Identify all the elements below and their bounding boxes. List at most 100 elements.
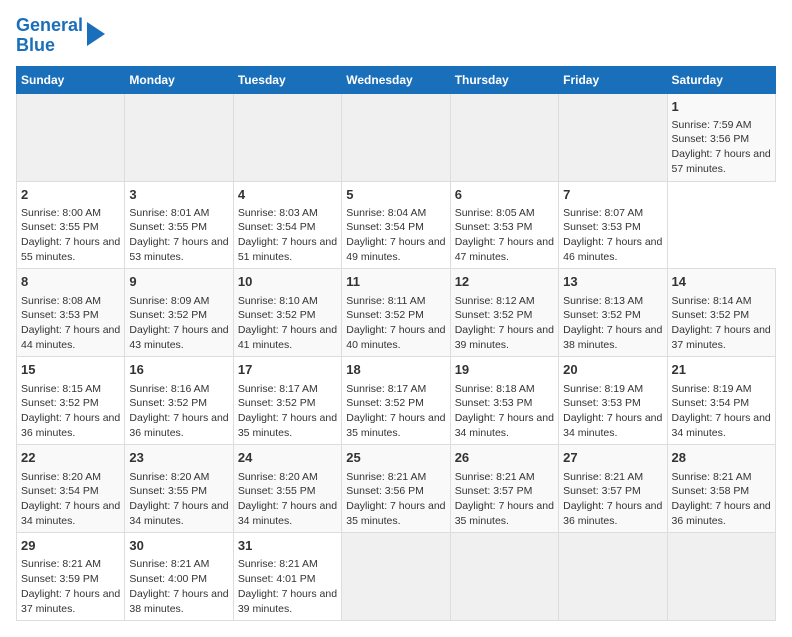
calendar-week-row: 1 Sunrise: 7:59 AMSunset: 3:56 PMDaylight… — [17, 93, 776, 181]
day-number: 26 — [455, 449, 554, 467]
col-header-sunday: Sunday — [17, 66, 125, 93]
day-number: 27 — [563, 449, 662, 467]
col-header-tuesday: Tuesday — [233, 66, 341, 93]
day-number: 28 — [672, 449, 771, 467]
calendar-cell: 28 Sunrise: 8:21 AMSunset: 3:58 PMDayligh… — [667, 445, 775, 533]
calendar-cell — [667, 533, 775, 621]
col-header-wednesday: Wednesday — [342, 66, 450, 93]
day-detail: Sunrise: 8:21 AMSunset: 3:57 PMDaylight:… — [455, 470, 554, 529]
col-header-thursday: Thursday — [450, 66, 558, 93]
calendar-cell: 17Sunrise: 8:17 AMSunset: 3:52 PMDayligh… — [233, 357, 341, 445]
day-detail: Sunrise: 8:13 AMSunset: 3:52 PMDaylight:… — [563, 294, 662, 353]
day-detail: Sunrise: 8:21 AMSunset: 4:00 PMDaylight:… — [129, 557, 228, 616]
day-detail: Sunrise: 8:08 AMSunset: 3:53 PMDaylight:… — [21, 294, 120, 353]
calendar-week-row: 29 Sunrise: 8:21 AMSunset: 3:59 PMDayligh… — [17, 533, 776, 621]
day-detail: Sunrise: 8:19 AMSunset: 3:53 PMDaylight:… — [563, 382, 662, 441]
day-detail: Sunrise: 8:10 AMSunset: 3:52 PMDaylight:… — [238, 294, 337, 353]
calendar-cell: 11Sunrise: 8:11 AMSunset: 3:52 PMDayligh… — [342, 269, 450, 357]
day-number: 6 — [455, 186, 554, 204]
day-number: 2 — [21, 186, 120, 204]
logo-text: General Blue — [16, 16, 83, 56]
calendar-cell — [17, 93, 125, 181]
day-number: 31 — [238, 537, 337, 555]
calendar-header-row: SundayMondayTuesdayWednesdayThursdayFrid… — [17, 66, 776, 93]
logo-arrow-icon — [87, 22, 105, 46]
calendar-cell — [559, 93, 667, 181]
calendar-cell — [342, 533, 450, 621]
day-number: 7 — [563, 186, 662, 204]
col-header-monday: Monday — [125, 66, 233, 93]
day-number: 4 — [238, 186, 337, 204]
calendar-cell: 3Sunrise: 8:01 AMSunset: 3:55 PMDaylight… — [125, 181, 233, 269]
calendar-cell — [450, 93, 558, 181]
calendar-cell: 31 Sunrise: 8:21 AMSunset: 4:01 PMDayligh… — [233, 533, 341, 621]
calendar-cell: 27 Sunrise: 8:21 AMSunset: 3:57 PMDayligh… — [559, 445, 667, 533]
calendar-cell: 1 Sunrise: 7:59 AMSunset: 3:56 PMDaylight… — [667, 93, 775, 181]
calendar-cell — [233, 93, 341, 181]
day-number: 30 — [129, 537, 228, 555]
calendar-table: SundayMondayTuesdayWednesdayThursdayFrid… — [16, 66, 776, 622]
day-number: 25 — [346, 449, 445, 467]
day-detail: Sunrise: 8:00 AMSunset: 3:55 PMDaylight:… — [21, 206, 120, 265]
day-detail: Sunrise: 8:21 AMSunset: 3:59 PMDaylight:… — [21, 557, 120, 616]
calendar-cell: 4 Sunrise: 8:03 AMSunset: 3:54 PMDaylight… — [233, 181, 341, 269]
day-number: 13 — [563, 273, 662, 291]
day-detail: Sunrise: 7:59 AMSunset: 3:56 PMDaylight:… — [672, 118, 771, 177]
calendar-cell — [450, 533, 558, 621]
calendar-cell: 22Sunrise: 8:20 AMSunset: 3:54 PMDayligh… — [17, 445, 125, 533]
calendar-cell — [559, 533, 667, 621]
day-number: 18 — [346, 361, 445, 379]
calendar-cell: 6 Sunrise: 8:05 AMSunset: 3:53 PMDaylight… — [450, 181, 558, 269]
day-number: 29 — [21, 537, 120, 555]
day-number: 5 — [346, 186, 445, 204]
day-detail: Sunrise: 8:21 AMSunset: 3:57 PMDaylight:… — [563, 470, 662, 529]
day-detail: Sunrise: 8:04 AMSunset: 3:54 PMDaylight:… — [346, 206, 445, 265]
day-number: 14 — [672, 273, 771, 291]
logo: General Blue — [16, 16, 105, 56]
day-detail: Sunrise: 8:16 AMSunset: 3:52 PMDaylight:… — [129, 382, 228, 441]
calendar-cell: 7Sunrise: 8:07 AMSunset: 3:53 PMDaylight… — [559, 181, 667, 269]
day-detail: Sunrise: 8:09 AMSunset: 3:52 PMDaylight:… — [129, 294, 228, 353]
calendar-cell: 14 Sunrise: 8:14 AMSunset: 3:52 PMDayligh… — [667, 269, 775, 357]
calendar-week-row: 15 Sunrise: 8:15 AMSunset: 3:52 PMDayligh… — [17, 357, 776, 445]
calendar-cell: 9 Sunrise: 8:09 AMSunset: 3:52 PMDaylight… — [125, 269, 233, 357]
day-number: 12 — [455, 273, 554, 291]
day-number: 8 — [21, 273, 120, 291]
day-detail: Sunrise: 8:14 AMSunset: 3:52 PMDaylight:… — [672, 294, 771, 353]
calendar-cell: 19Sunrise: 8:18 AMSunset: 3:53 PMDayligh… — [450, 357, 558, 445]
calendar-cell: 5 Sunrise: 8:04 AMSunset: 3:54 PMDaylight… — [342, 181, 450, 269]
calendar-week-row: 22Sunrise: 8:20 AMSunset: 3:54 PMDayligh… — [17, 445, 776, 533]
day-number: 9 — [129, 273, 228, 291]
day-number: 23 — [129, 449, 228, 467]
calendar-cell: 24Sunrise: 8:20 AMSunset: 3:55 PMDayligh… — [233, 445, 341, 533]
day-detail: Sunrise: 8:19 AMSunset: 3:54 PMDaylight:… — [672, 382, 771, 441]
day-detail: Sunrise: 8:01 AMSunset: 3:55 PMDaylight:… — [129, 206, 228, 265]
day-detail: Sunrise: 8:15 AMSunset: 3:52 PMDaylight:… — [21, 382, 120, 441]
day-detail: Sunrise: 8:21 AMSunset: 4:01 PMDaylight:… — [238, 557, 337, 616]
day-detail: Sunrise: 8:21 AMSunset: 3:58 PMDaylight:… — [672, 470, 771, 529]
day-detail: Sunrise: 8:21 AMSunset: 3:56 PMDaylight:… — [346, 470, 445, 529]
calendar-cell: 20Sunrise: 8:19 AMSunset: 3:53 PMDayligh… — [559, 357, 667, 445]
calendar-cell — [125, 93, 233, 181]
calendar-week-row: 2 Sunrise: 8:00 AMSunset: 3:55 PMDaylight… — [17, 181, 776, 269]
day-number: 11 — [346, 273, 445, 291]
day-number: 15 — [21, 361, 120, 379]
calendar-cell: 21Sunrise: 8:19 AMSunset: 3:54 PMDayligh… — [667, 357, 775, 445]
calendar-cell: 10Sunrise: 8:10 AMSunset: 3:52 PMDayligh… — [233, 269, 341, 357]
calendar-cell: 12 Sunrise: 8:12 AMSunset: 3:52 PMDayligh… — [450, 269, 558, 357]
day-detail: Sunrise: 8:12 AMSunset: 3:52 PMDaylight:… — [455, 294, 554, 353]
calendar-cell: 15 Sunrise: 8:15 AMSunset: 3:52 PMDayligh… — [17, 357, 125, 445]
day-detail: Sunrise: 8:17 AMSunset: 3:52 PMDaylight:… — [238, 382, 337, 441]
day-number: 19 — [455, 361, 554, 379]
day-detail: Sunrise: 8:05 AMSunset: 3:53 PMDaylight:… — [455, 206, 554, 265]
calendar-cell: 25 Sunrise: 8:21 AMSunset: 3:56 PMDayligh… — [342, 445, 450, 533]
calendar-cell: 26 Sunrise: 8:21 AMSunset: 3:57 PMDayligh… — [450, 445, 558, 533]
day-detail: Sunrise: 8:20 AMSunset: 3:55 PMDaylight:… — [238, 470, 337, 529]
day-detail: Sunrise: 8:03 AMSunset: 3:54 PMDaylight:… — [238, 206, 337, 265]
calendar-cell: 23Sunrise: 8:20 AMSunset: 3:55 PMDayligh… — [125, 445, 233, 533]
calendar-week-row: 8 Sunrise: 8:08 AMSunset: 3:53 PMDaylight… — [17, 269, 776, 357]
calendar-cell: 2 Sunrise: 8:00 AMSunset: 3:55 PMDaylight… — [17, 181, 125, 269]
day-number: 1 — [672, 98, 771, 116]
calendar-cell — [342, 93, 450, 181]
day-number: 16 — [129, 361, 228, 379]
